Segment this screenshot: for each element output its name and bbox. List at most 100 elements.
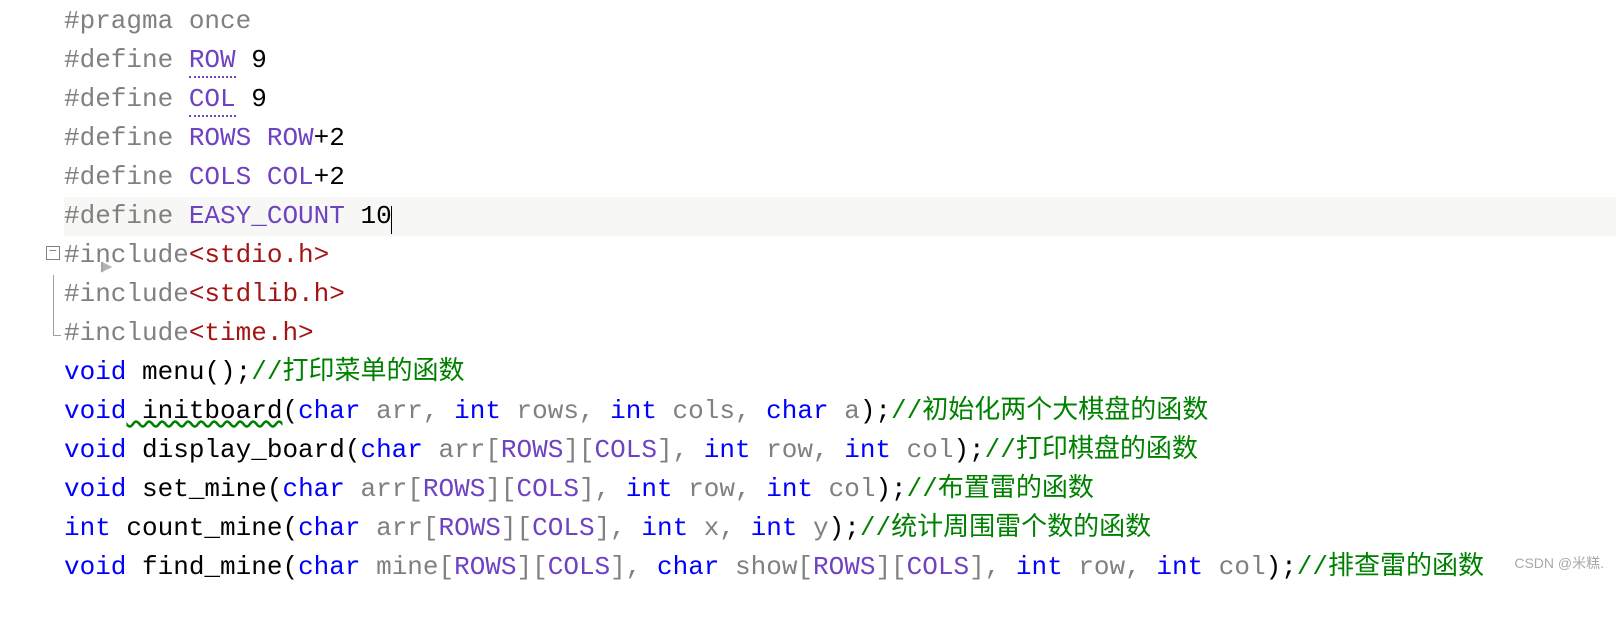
macro-name: COL [189, 84, 236, 117]
param: rows, [501, 396, 610, 426]
type: char [360, 435, 422, 465]
comment: //排查雷的函数 [1297, 552, 1484, 582]
macro-ref: COLS [532, 513, 594, 543]
macro-ref: ROWS [501, 435, 563, 465]
macro-value: 9 [236, 45, 267, 75]
comment: //布置雷的函数 [907, 474, 1094, 504]
macro-name: ROW [189, 45, 236, 78]
code-line: #pragma once [0, 2, 1616, 41]
param: show[ [719, 552, 813, 582]
type: int [641, 513, 688, 543]
function-name: find_mine [126, 552, 282, 582]
param: row, [673, 474, 767, 504]
punct: ][ [875, 552, 906, 582]
punct: ( [267, 474, 283, 504]
type: int [766, 474, 813, 504]
punct: ], [610, 552, 657, 582]
preprocessor: #define [64, 45, 189, 75]
code-line: void display_board(char arr[ROWS][COLS],… [0, 431, 1616, 470]
type: int [844, 435, 891, 465]
punct: ); [860, 396, 891, 426]
macro-ref: COLS [595, 435, 657, 465]
breakpoint-indicator-icon[interactable] [6, 209, 20, 223]
param: a [829, 396, 860, 426]
punct: ], [657, 435, 704, 465]
preprocessor: #define [64, 201, 189, 231]
code-line: #include<stdlib.h> [0, 275, 1616, 314]
code-line: void initboard(char arr, int rows, int c… [0, 392, 1616, 431]
code-line: #define ROWS ROW+2 [0, 119, 1616, 158]
param: col [891, 435, 953, 465]
preprocessor: #define [64, 84, 189, 114]
text-cursor [391, 206, 393, 234]
punct: ][ [563, 435, 594, 465]
preprocessor: #define [64, 162, 189, 192]
watermark: CSDN @米糕. [1514, 544, 1604, 583]
param: row, [751, 435, 845, 465]
fold-guide-icon [53, 275, 54, 314]
function-name: initboard [126, 396, 282, 426]
punct: ( [345, 435, 361, 465]
param: row, [1063, 552, 1157, 582]
macro-ref: ROW [251, 123, 313, 153]
keyword: void [64, 396, 126, 426]
type: int [1156, 552, 1203, 582]
include-header: <stdio.h> [189, 240, 329, 270]
code-line-current: #define EASY_COUNT 10 [0, 197, 1616, 236]
param: arr[ [423, 435, 501, 465]
fold-toggle-icon[interactable]: − [46, 246, 60, 260]
function-name: menu [126, 357, 204, 387]
code-line: − #include<stdio.h> [0, 236, 1616, 275]
macro-value: +2 [314, 162, 345, 192]
type: int [610, 396, 657, 426]
macro-ref: COLS [517, 474, 579, 504]
function-name: count_mine [111, 513, 283, 543]
function-name: set_mine [126, 474, 266, 504]
function-name: display_board [126, 435, 344, 465]
macro-ref: ROWS [439, 513, 501, 543]
type: int [751, 513, 798, 543]
type: char [298, 552, 360, 582]
keyword: void [64, 357, 126, 387]
code-line: #define COL 9 [0, 80, 1616, 119]
macro-value: +2 [314, 123, 345, 153]
punct: ); [875, 474, 906, 504]
keyword: int [64, 513, 111, 543]
punct: ], [969, 552, 1016, 582]
type: int [704, 435, 751, 465]
code-line: void set_mine(char arr[ROWS][COLS], int … [0, 470, 1616, 509]
code-line: #define ROW 9 [0, 41, 1616, 80]
preprocessor: #include [64, 240, 189, 270]
param: col [813, 474, 875, 504]
type: int [454, 396, 501, 426]
param: mine[ [360, 552, 454, 582]
code-editor: #pragma once #define ROW 9 #define COL 9… [0, 0, 1616, 587]
keyword: void [64, 435, 126, 465]
macro-name: ROWS [189, 123, 251, 153]
punct: ( [282, 513, 298, 543]
macro-ref: ROWS [423, 474, 485, 504]
code-line: #define COLS COL+2 [0, 158, 1616, 197]
include-header: <time.h> [189, 318, 314, 348]
type: int [626, 474, 673, 504]
type: int [1016, 552, 1063, 582]
type: char [298, 396, 360, 426]
signature: (); [204, 357, 251, 387]
preprocessor: #define [64, 123, 189, 153]
comment: //打印菜单的函数 [251, 357, 464, 387]
preprocessor: #pragma once [64, 6, 251, 36]
keyword: void [64, 552, 126, 582]
punct: ][ [485, 474, 516, 504]
include-header: <stdlib.h> [189, 279, 345, 309]
type: char [657, 552, 719, 582]
param: arr[ [345, 474, 423, 504]
punct: ][ [501, 513, 532, 543]
macro-ref: ROWS [813, 552, 875, 582]
macro-ref: ROWS [454, 552, 516, 582]
param: y [797, 513, 828, 543]
macro-ref: COLS [548, 552, 610, 582]
punct: ); [953, 435, 984, 465]
param: arr, [360, 396, 454, 426]
macro-ref: COL [251, 162, 313, 192]
macro-name: EASY_COUNT [189, 201, 345, 231]
